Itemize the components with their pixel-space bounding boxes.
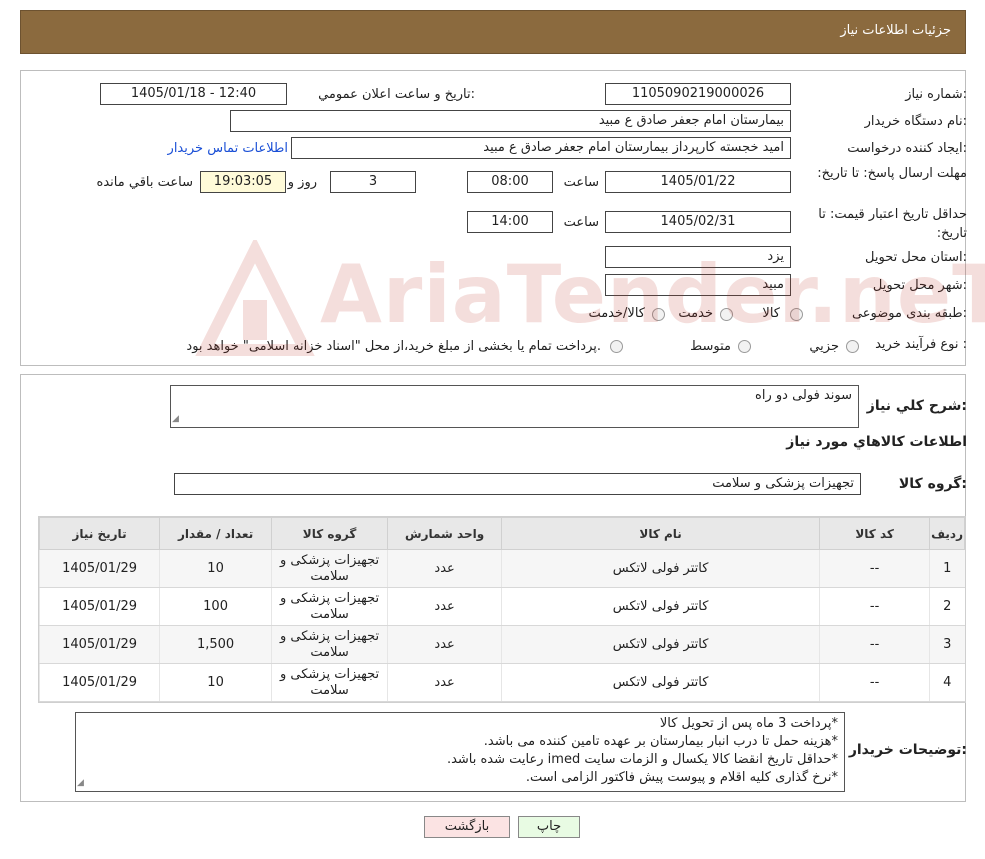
goods-group-field: تجهیزات پزشکی و سلامت	[174, 473, 861, 495]
need-number-field: 1105090219000026	[605, 83, 791, 105]
cell-code: --	[819, 587, 930, 626]
creator-field: امید خجسته کارپرداز بیمارستان امام جعفر …	[291, 137, 791, 159]
table-row: 3 -- کاتتر فولی لاتکس عدد تجهیزات پزشکی …	[38, 625, 965, 664]
cell-name: کاتتر فولی لاتکس	[501, 587, 820, 626]
cell-row-number: 2	[929, 587, 965, 626]
cell-group: تجهیزات پزشکی و سلامت	[271, 625, 388, 664]
cell-code: --	[819, 549, 930, 588]
buyer-note-line: *هزینه حمل تا درب انبار بیمارستان بر عهد…	[483, 734, 838, 749]
buyer-notes-label: توضیحات خریدار:	[848, 742, 967, 758]
days-remaining-field: 3	[330, 171, 416, 193]
watermark-text: AriaTender.neT	[320, 248, 985, 341]
header-name: نام کالا	[501, 517, 821, 550]
deadline-label: مهلت ارسال پاسخ: تا تاریخ:	[817, 166, 967, 181]
deadline-time-label: ساعت	[563, 175, 599, 190]
validity-label: حداقل تاریخ اعتبار قیمت: تا تاریخ:	[818, 207, 967, 241]
resize-grip-icon: ◢	[172, 414, 179, 424]
announce-label: تاریخ و ساعت اعلان عمومي:	[318, 87, 475, 102]
table-row: 4 -- کاتتر فولی لاتکس عدد تجهیزات پزشکی …	[38, 663, 965, 702]
need-number-label: شماره نیاز:	[905, 87, 967, 102]
back-button[interactable]: بازگشت	[424, 816, 510, 838]
creator-label: ایجاد کننده درخواست:	[847, 141, 967, 156]
buyer-note-line: *نرخ گذاری کلیه اقلام و پیوست پیش فاکتور…	[525, 770, 838, 785]
table-row: 2 -- کاتتر فولی لاتکس عدد تجهیزات پزشکی …	[38, 587, 965, 626]
cell-qty: 1,500	[159, 625, 272, 664]
validity-time-field: 14:00	[467, 211, 553, 233]
buyer-note-line: *پرداخت 3 ماه پس از تحویل کالا	[659, 716, 838, 731]
cell-group: تجهیزات پزشکی و سلامت	[271, 587, 388, 626]
cell-name: کاتتر فولی لاتکس	[501, 625, 820, 664]
cell-unit: عدد	[387, 587, 502, 626]
description-label: شرح كلي نياز:	[866, 398, 967, 414]
cell-qty: 10	[159, 549, 272, 588]
cell-name: کاتتر فولی لاتکس	[501, 663, 820, 702]
header-unit: واحد شمارش	[387, 517, 503, 550]
cell-date: 1405/01/29	[38, 663, 160, 702]
header-date: تاریخ نیاز	[38, 517, 161, 550]
table-header-row: ردیف کد کالا نام کالا واحد شمارش گروه کا…	[38, 517, 965, 550]
buyer-org-label: نام دستگاه خریدار:	[864, 114, 967, 129]
validity-time-label: ساعت	[563, 215, 599, 230]
buyer-org-field: بیمارستان امام جعفر صادق ع مبید	[230, 110, 791, 132]
cell-qty: 100	[159, 587, 272, 626]
cell-row-number: 4	[929, 663, 965, 702]
print-button[interactable]: چاپ	[518, 816, 580, 838]
goods-group-label: گروه کالا:	[898, 476, 967, 492]
page-title: جزئیات اطلاعات نیاز	[840, 23, 951, 38]
header-code: کد کالا	[819, 517, 931, 550]
header-group: گروه کالا	[271, 517, 389, 550]
cell-date: 1405/01/29	[38, 625, 160, 664]
validity-date-field: 1405/02/31	[605, 211, 791, 233]
cell-date: 1405/01/29	[38, 549, 160, 588]
process-radio-small[interactable]	[846, 340, 859, 353]
remaining-label: ساعت باقي مانده	[96, 175, 193, 190]
cell-group: تجهیزات پزشکی و سلامت	[271, 549, 388, 588]
cell-code: --	[819, 663, 930, 702]
buyer-notes-field[interactable]: *پرداخت 3 ماه پس از تحویل کالا *هزینه حم…	[75, 712, 845, 792]
goods-section-title: اطلاعات كالاهاي مورد نياز	[786, 434, 967, 450]
cell-name: کاتتر فولی لاتکس	[501, 549, 820, 588]
items-table: ردیف کد کالا نام کالا واحد شمارش گروه کا…	[38, 517, 965, 702]
deadline-time-field: 08:00	[467, 171, 553, 193]
buyer-note-line: *حداقل تاریخ انقضا کالا یکسال و الزمات س…	[446, 752, 838, 767]
cell-code: --	[819, 625, 930, 664]
cell-qty: 10	[159, 663, 272, 702]
cell-unit: عدد	[387, 663, 502, 702]
process-option-small: جزیي	[809, 339, 839, 354]
buyer-contact-link[interactable]: اطلاعات تماس خریدار	[168, 141, 288, 156]
cell-date: 1405/01/29	[38, 587, 160, 626]
announce-field: 1405/01/18 - 12:40	[100, 83, 287, 105]
header-row-number: ردیف	[929, 517, 965, 550]
cell-row-number: 3	[929, 625, 965, 664]
description-field[interactable]: سوند فولی دو راه	[170, 385, 859, 428]
cell-row-number: 1	[929, 549, 965, 588]
cell-group: تجهیزات پزشکی و سلامت	[271, 663, 388, 702]
items-table-wrapper: ردیف کد کالا نام کالا واحد شمارش گروه کا…	[38, 516, 966, 703]
header-qty: تعداد / مقدار	[159, 517, 273, 550]
table-row: 1 -- کاتتر فولی لاتکس عدد تجهیزات پزشکی …	[38, 549, 965, 588]
cell-unit: عدد	[387, 549, 502, 588]
watermark: AriaTender.neT	[195, 236, 985, 360]
days-label: روز و	[287, 175, 317, 190]
page-header: جزئیات اطلاعات نیاز	[20, 10, 966, 54]
countdown-field: 19:03:05	[200, 171, 286, 193]
cell-unit: عدد	[387, 625, 502, 664]
resize-grip-icon: ◢	[77, 778, 84, 788]
deadline-date-field: 1405/01/22	[605, 171, 791, 193]
